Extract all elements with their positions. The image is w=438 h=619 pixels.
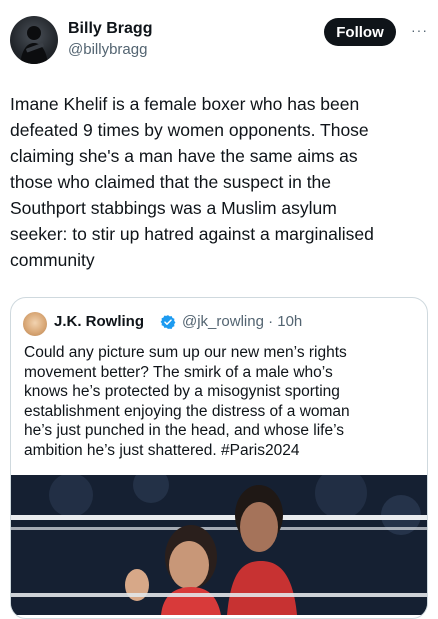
quoted-line: movement better? The smirk of a male who…: [24, 363, 333, 381]
tweet-line: claiming she's a man have the same aims …: [10, 146, 358, 166]
quoted-tweet[interactable]: J.K. Rowling @jk_rowling · 10h Could any…: [10, 297, 428, 619]
tweet-line: Southport stabbings was a Muslim asylum: [10, 198, 337, 218]
quoted-media-image[interactable]: [11, 475, 427, 615]
avatar-silhouette-icon: [20, 26, 48, 64]
author-name[interactable]: Billy Bragg: [68, 20, 152, 38]
quoted-line: knows he’s protected by a misogynist spo…: [24, 383, 340, 400]
more-icon[interactable]: ···: [411, 22, 428, 38]
tweet-line: Imane Khelif is a female boxer who has b…: [10, 94, 360, 114]
tweet-line: those who claimed that the suspect in th…: [10, 172, 332, 192]
tweet-line: defeated 9 times by women opponents. Tho…: [10, 120, 369, 140]
quoted-line: he’s just punched in the head, and whose…: [24, 422, 344, 439]
tweet-text: Imane Khelif is a female boxer who has b…: [10, 91, 420, 273]
quoted-author-name[interactable]: J.K. Rowling: [54, 313, 144, 330]
quoted-author-avatar[interactable]: [23, 312, 47, 336]
tweet-line: community: [10, 250, 95, 270]
tweet-header: Billy Bragg @billybragg Follow ···: [10, 14, 428, 66]
author-avatar[interactable]: [10, 16, 58, 64]
author-handle[interactable]: @billybragg: [68, 41, 147, 58]
verified-badge-icon: [160, 315, 176, 329]
quoted-handle-time[interactable]: @jk_rowling · 10h: [182, 313, 302, 330]
boxing-photo: [11, 475, 427, 615]
follow-button[interactable]: Follow: [324, 18, 396, 46]
tweet-line: seeker: to stir up hatred against a marg…: [10, 224, 374, 244]
quoted-line: ambition he’s just shattered. #Paris2024: [24, 441, 300, 459]
quoted-line: establishment enjoying the distress of a…: [24, 402, 350, 420]
quoted-line: Could any picture sum up our new men’s r…: [24, 344, 347, 361]
quoted-text: Could any picture sum up our new men’s r…: [24, 343, 414, 460]
